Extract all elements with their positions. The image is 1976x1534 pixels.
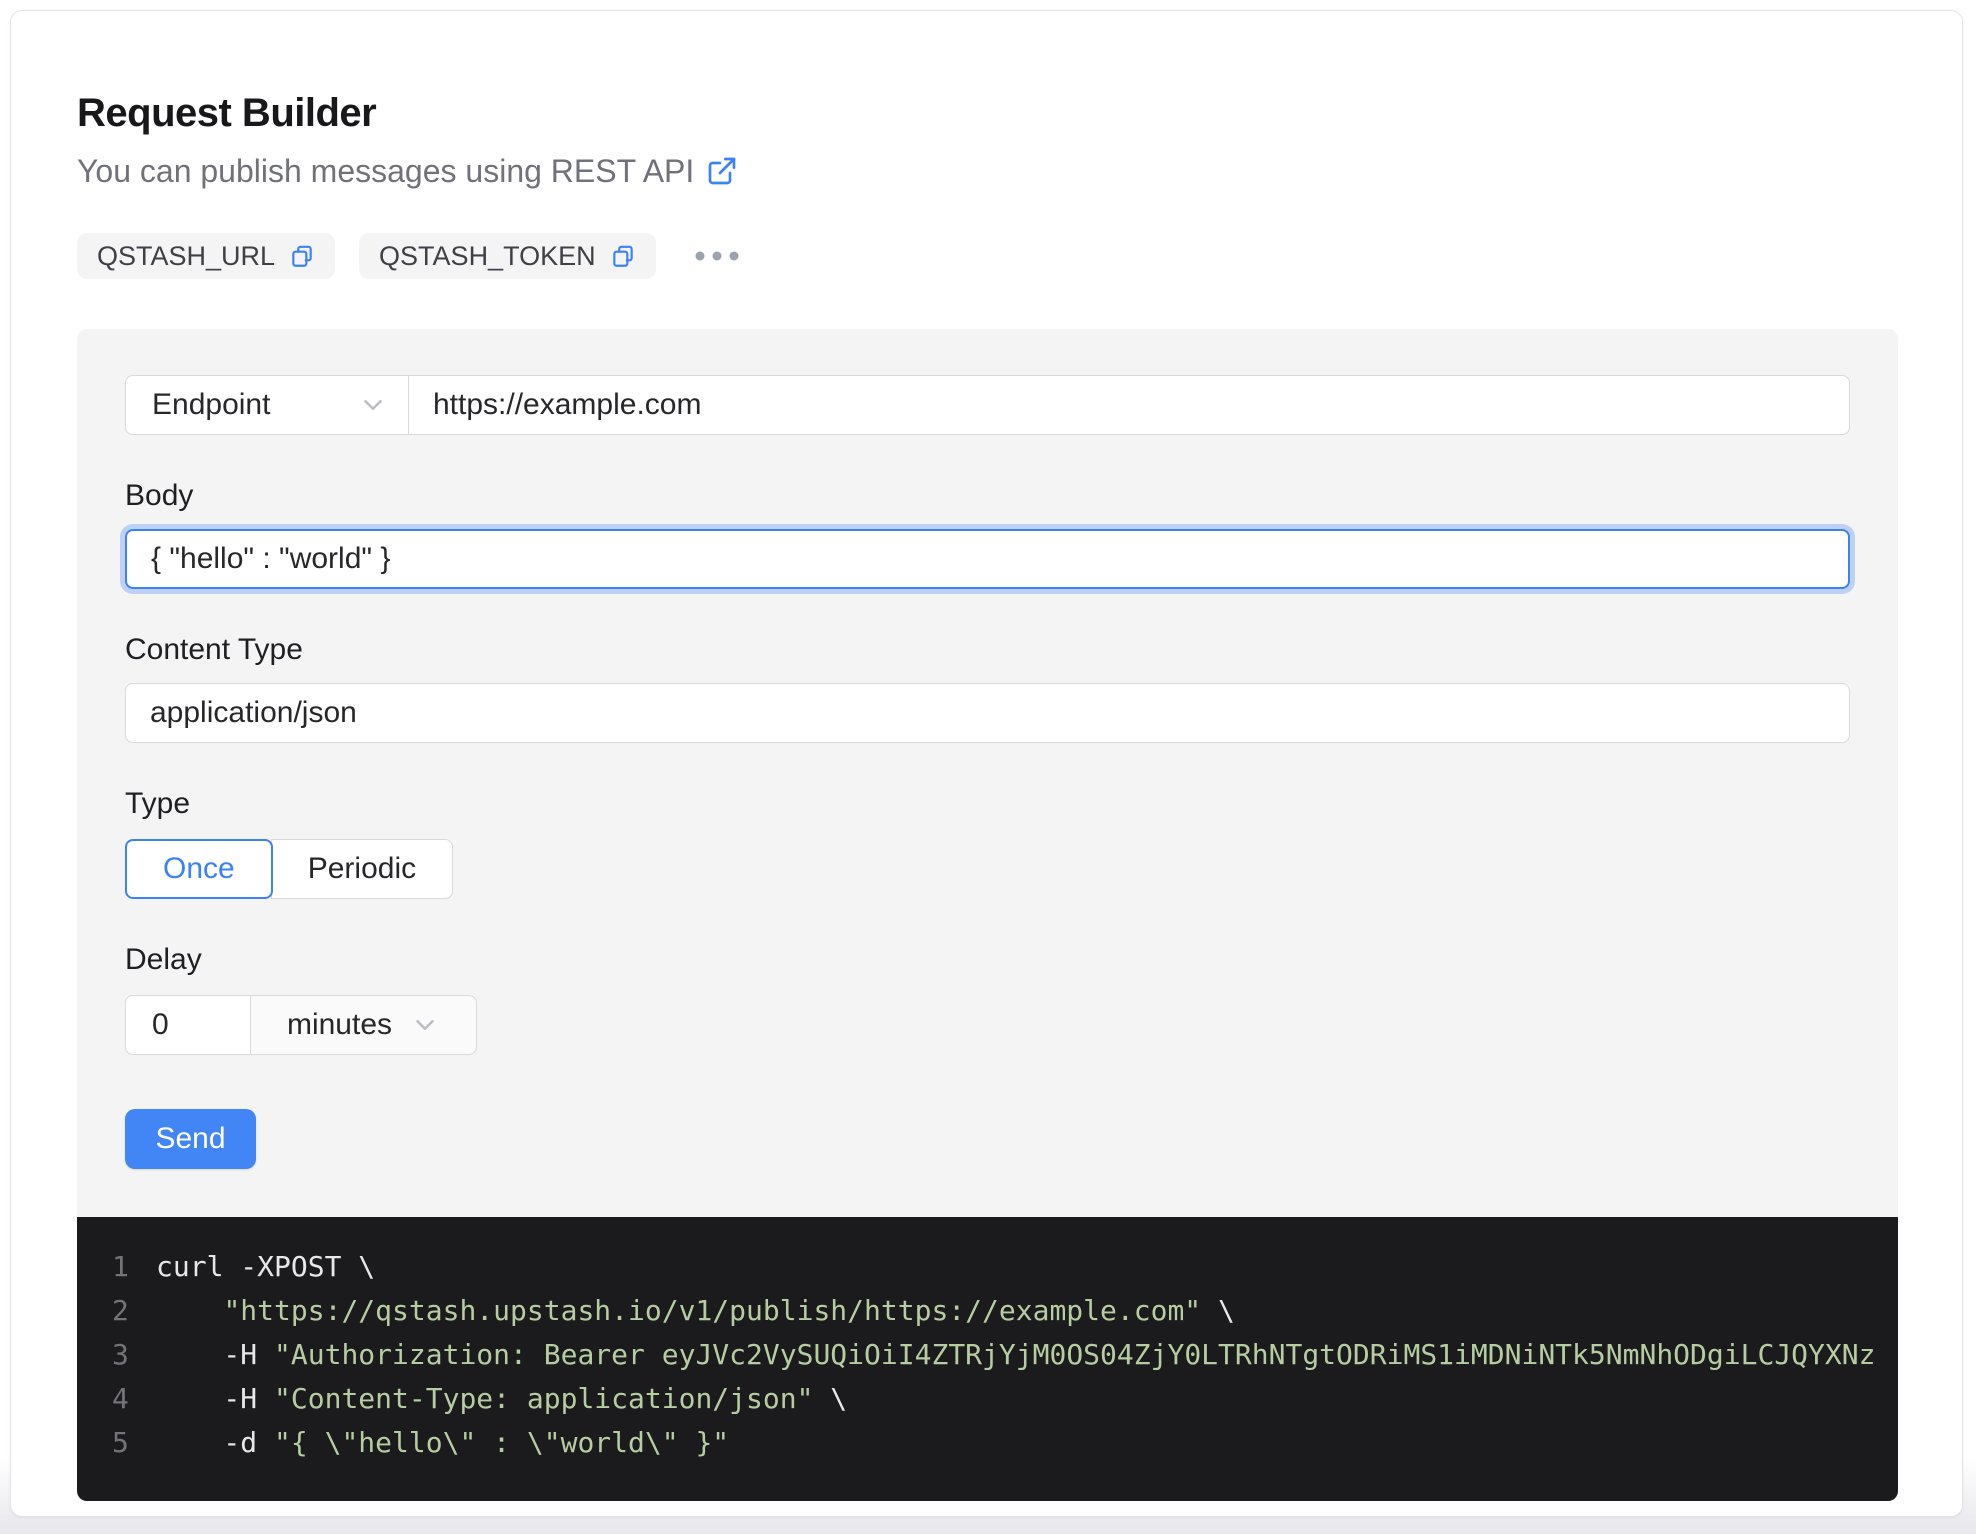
code-line: 3 -H "Authorization: Bearer eyJVc2VySUQi… xyxy=(112,1333,1898,1377)
send-button[interactable]: Send xyxy=(125,1109,256,1169)
code-text: -H "Authorization: Bearer eyJVc2VySUQiOi… xyxy=(156,1333,1875,1377)
subtitle-text: You can publish messages using REST API xyxy=(77,151,694,191)
endpoint-type-value: Endpoint xyxy=(152,388,270,422)
curl-code-block: 1curl -XPOST \2 "https://qstash.upstash.… xyxy=(77,1217,1898,1501)
code-line: 4 -H "Content-Type: application/json" \ xyxy=(112,1377,1898,1421)
page-title: Request Builder xyxy=(77,89,1896,137)
qstash-url-label: QSTASH_URL xyxy=(97,241,275,272)
line-number: 1 xyxy=(112,1245,128,1289)
code-lines: 1curl -XPOST \2 "https://qstash.upstash.… xyxy=(112,1245,1898,1465)
endpoint-row: Endpoint xyxy=(125,375,1850,435)
delay-unit-value: minutes xyxy=(287,1008,392,1042)
content-type-label: Content Type xyxy=(125,631,1850,669)
qstash-token-label: QSTASH_TOKEN xyxy=(379,241,596,272)
code-text: "https://qstash.upstash.io/v1/publish/ht… xyxy=(156,1289,1235,1333)
type-label: Type xyxy=(125,785,1850,823)
delay-unit-select[interactable]: minutes xyxy=(251,995,477,1055)
body-input[interactable] xyxy=(125,529,1850,589)
code-text: -H "Content-Type: application/json" \ xyxy=(156,1377,847,1421)
code-line: 2 "https://qstash.upstash.io/v1/publish/… xyxy=(112,1289,1898,1333)
page-subtitle: You can publish messages using REST API xyxy=(77,151,1896,191)
more-options-button[interactable] xyxy=(684,240,750,272)
qstash-token-copy-button[interactable]: QSTASH_TOKEN xyxy=(359,233,656,279)
endpoint-url-input[interactable] xyxy=(409,375,1850,435)
delay-value-input[interactable] xyxy=(125,995,251,1055)
endpoint-type-select[interactable]: Endpoint xyxy=(125,375,409,435)
type-segmented-control: Once Periodic xyxy=(125,839,453,899)
line-number: 5 xyxy=(112,1421,128,1465)
qstash-url-copy-button[interactable]: QSTASH_URL xyxy=(77,233,335,279)
copy-icon xyxy=(610,243,636,269)
ellipsis-icon xyxy=(694,250,740,262)
line-number: 4 xyxy=(112,1377,128,1421)
env-variables-row: QSTASH_URL QSTASH_TOKEN xyxy=(77,233,1896,279)
code-text: curl -XPOST \ xyxy=(156,1245,375,1289)
line-number: 2 xyxy=(112,1289,128,1333)
external-link-icon[interactable] xyxy=(706,155,738,187)
content-type-input[interactable] xyxy=(125,683,1850,743)
line-number: 3 xyxy=(112,1333,128,1377)
request-form-panel: Endpoint Body Content Type Type Once Per… xyxy=(77,329,1898,1217)
chevron-down-icon xyxy=(358,390,388,420)
delay-row: minutes xyxy=(125,995,1850,1055)
code-text: -d "{ \"hello\" : \"world\" }" xyxy=(156,1421,729,1465)
code-line: 5 -d "{ \"hello\" : \"world\" }" xyxy=(112,1421,1898,1465)
code-line: 1 curl -XPOST \ xyxy=(112,1245,1898,1289)
type-option-once[interactable]: Once xyxy=(125,839,273,899)
type-option-periodic[interactable]: Periodic xyxy=(271,839,453,899)
chevron-down-icon xyxy=(410,1010,440,1040)
request-builder-card: Request Builder You can publish messages… xyxy=(10,10,1963,1517)
body-label: Body xyxy=(125,477,1850,515)
delay-label: Delay xyxy=(125,941,1850,979)
copy-icon xyxy=(289,243,315,269)
